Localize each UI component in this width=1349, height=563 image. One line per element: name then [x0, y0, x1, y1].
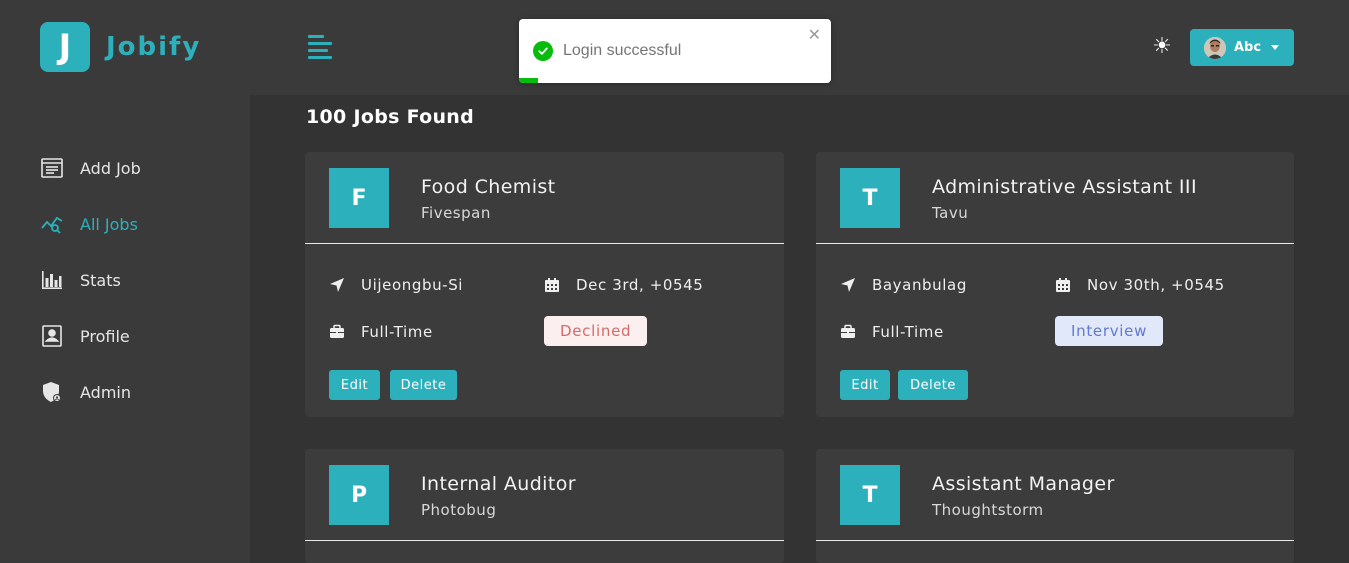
- status-badge: Declined: [544, 316, 648, 346]
- job-card-header: F Food Chemist Fivespan: [305, 152, 784, 244]
- add-job-icon: [40, 156, 64, 180]
- job-company-initial: T: [840, 168, 900, 228]
- job-card: P Internal Auditor Photobug: [305, 449, 784, 563]
- check-circle-icon: [533, 41, 553, 61]
- job-card-header: T Administrative Assistant III Tavu: [816, 152, 1294, 244]
- avatar: [1204, 36, 1226, 59]
- job-date: Dec 3rd, +0545: [544, 276, 703, 294]
- location-arrow-icon: [840, 277, 856, 293]
- toast-message: Login successful: [563, 42, 682, 59]
- admin-icon: [40, 380, 64, 404]
- job-location: Uijeongbu-Si: [329, 276, 463, 294]
- job-card: F Food Chemist Fivespan Uijeongbu-Si Dec…: [305, 152, 784, 417]
- briefcase-icon: [840, 324, 856, 340]
- job-type: Full-Time: [840, 323, 944, 341]
- caret-down-icon: [1271, 45, 1280, 50]
- job-position: Internal Auditor: [421, 473, 576, 495]
- job-card-header: T Assistant Manager Thoughtstorm: [816, 449, 1294, 541]
- sidebar-item-label: Stats: [80, 270, 121, 290]
- sidebar-nav: Add Job All Jobs Stats Profile Admin: [40, 140, 240, 420]
- job-date-text: Dec 3rd, +0545: [576, 276, 704, 294]
- job-company: Tavu: [932, 204, 969, 222]
- job-company: Thoughtstorm: [932, 501, 1044, 519]
- delete-button[interactable]: Delete: [898, 370, 968, 400]
- job-position: Assistant Manager: [932, 473, 1115, 495]
- sidebar-item-admin[interactable]: Admin: [40, 364, 240, 420]
- job-company-initial: F: [329, 168, 389, 228]
- job-card-body: Bayanbulag Nov 30th, +0545 Full-Time Int…: [816, 244, 1294, 417]
- calendar-icon: [544, 277, 560, 293]
- sidebar-item-label: Admin: [80, 382, 131, 402]
- sidebar-item-label: All Jobs: [80, 214, 138, 234]
- logo-text: Jobify: [106, 32, 202, 62]
- job-card: T Administrative Assistant III Tavu Baya…: [816, 152, 1294, 417]
- sidebar: J Jobify Add Job All Jobs Stats Profile: [0, 0, 250, 563]
- sidebar-item-label: Add Job: [80, 158, 141, 178]
- job-card-body: Uijeongbu-Si Dec 3rd, +0545 Full-Time De…: [305, 244, 784, 417]
- job-location: Bayanbulag: [840, 276, 967, 294]
- job-company-initial: P: [329, 465, 389, 525]
- jobs-count-heading: 100 Jobs Found: [306, 106, 475, 128]
- sidebar-item-label: Profile: [80, 326, 130, 346]
- sidebar-toggle-button[interactable]: [307, 33, 335, 61]
- job-location-text: Uijeongbu-Si: [361, 276, 464, 294]
- job-position: Food Chemist: [421, 176, 556, 198]
- stats-icon: [40, 268, 64, 292]
- sidebar-item-stats[interactable]: Stats: [40, 252, 240, 308]
- theme-toggle-button[interactable]: ☀: [1150, 35, 1174, 59]
- sun-icon: ☀: [1152, 34, 1172, 59]
- logo[interactable]: J Jobify: [40, 22, 201, 72]
- briefcase-icon: [329, 324, 345, 340]
- user-menu-button[interactable]: Abc: [1190, 29, 1294, 66]
- toast-notification: Login successful ✕: [519, 19, 831, 83]
- close-icon[interactable]: ✕: [808, 25, 821, 45]
- job-card: T Assistant Manager Thoughtstorm: [816, 449, 1294, 563]
- job-type-text: Full-Time: [361, 323, 433, 341]
- job-company: Photobug: [421, 501, 497, 519]
- sidebar-item-profile[interactable]: Profile: [40, 308, 240, 364]
- edit-button[interactable]: Edit: [329, 370, 380, 400]
- logo-icon: J: [40, 22, 90, 72]
- toast-progress-bar: [519, 78, 538, 83]
- sidebar-item-add-job[interactable]: Add Job: [40, 140, 240, 196]
- location-arrow-icon: [329, 277, 345, 293]
- job-position: Administrative Assistant III: [932, 176, 1197, 198]
- job-date-text: Nov 30th, +0545: [1087, 276, 1225, 294]
- menu-icon: [308, 35, 332, 59]
- edit-button[interactable]: Edit: [840, 370, 890, 400]
- all-jobs-icon: [40, 212, 64, 236]
- user-name: Abc: [1234, 40, 1262, 55]
- status-badge: Interview: [1055, 316, 1164, 346]
- job-card-header: P Internal Auditor Photobug: [305, 449, 784, 541]
- job-location-text: Bayanbulag: [872, 276, 967, 294]
- job-type: Full-Time: [329, 323, 433, 341]
- job-company-initial: T: [840, 465, 900, 525]
- sidebar-item-all-jobs[interactable]: All Jobs: [40, 196, 240, 252]
- job-date: Nov 30th, +0545: [1055, 276, 1225, 294]
- job-type-text: Full-Time: [872, 323, 944, 341]
- delete-button[interactable]: Delete: [390, 370, 457, 400]
- calendar-icon: [1055, 277, 1071, 293]
- job-company: Fivespan: [421, 204, 491, 222]
- profile-icon: [40, 324, 64, 348]
